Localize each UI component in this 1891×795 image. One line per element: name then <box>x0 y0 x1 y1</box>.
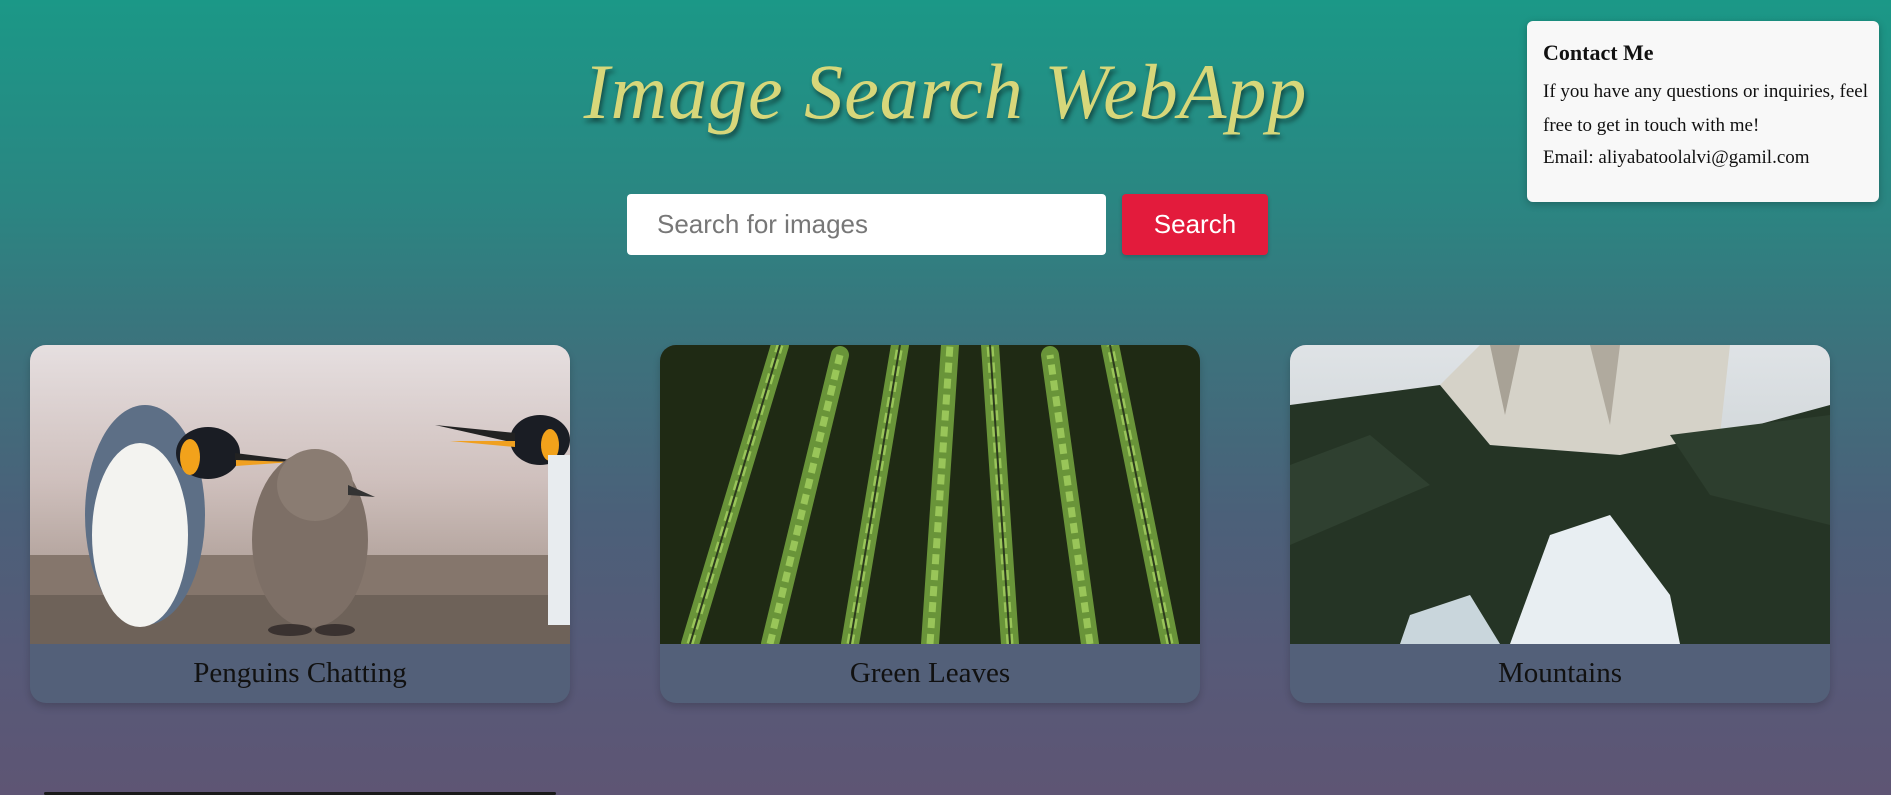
image-card[interactable]: Penguins Chatting <box>30 345 570 703</box>
penguins-image[interactable] <box>30 345 570 644</box>
card-caption: Green Leaves <box>849 657 1011 689</box>
fern-leaves-image[interactable] <box>660 345 1200 644</box>
image-card[interactable]: Mountains <box>1290 345 1830 703</box>
search-button[interactable]: Search <box>1122 194 1268 255</box>
contact-panel: Contact Me If you have any questions or … <box>1527 21 1879 202</box>
image-card[interactable]: Green Leaves <box>660 345 1200 703</box>
card-caption: Penguins Chatting <box>193 657 407 689</box>
search-input[interactable] <box>627 194 1106 255</box>
mountain-forest-image[interactable] <box>1290 345 1830 644</box>
contact-email: Email: aliyabatoolalvi@gamil.com <box>1543 147 1810 168</box>
contact-title: Contact Me <box>1543 40 1654 65</box>
contact-message: If you have any questions or inquiries, … <box>1543 81 1869 136</box>
card-caption: Mountains <box>1497 657 1623 689</box>
